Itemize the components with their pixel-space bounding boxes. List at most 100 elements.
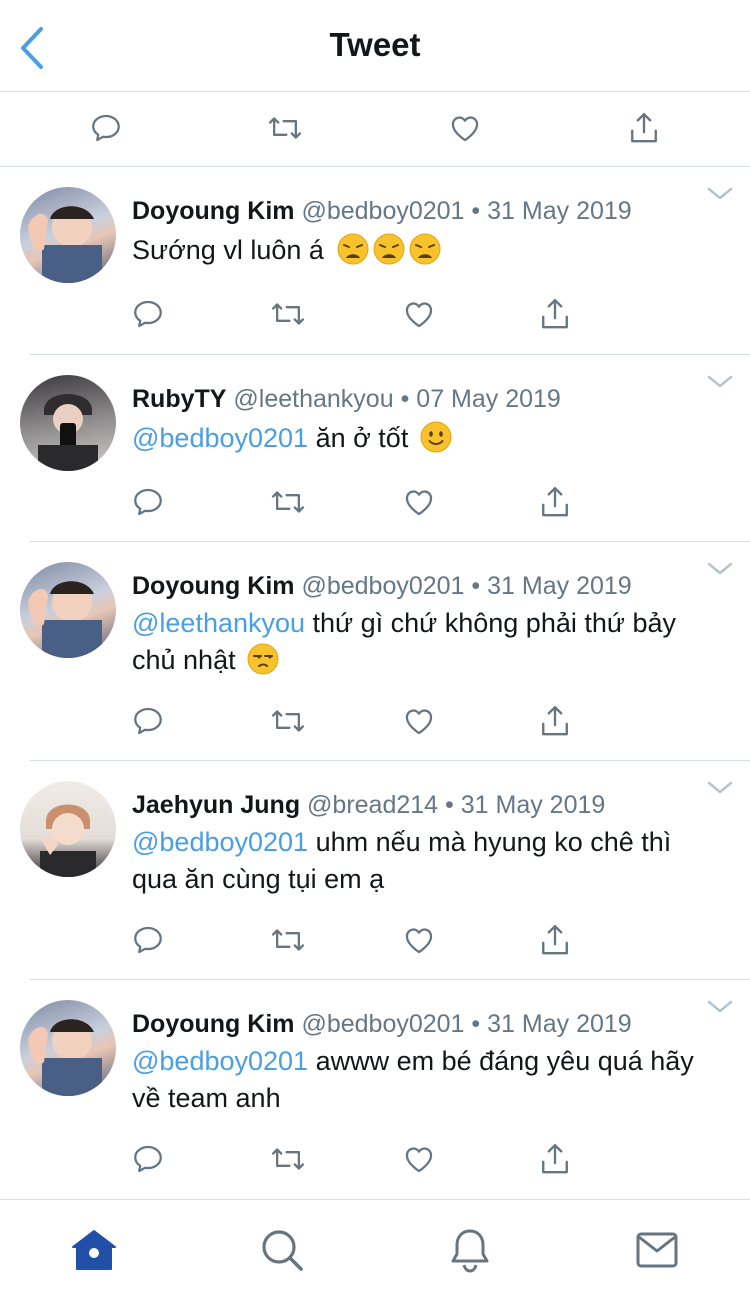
reply-icon: [92, 114, 120, 142]
weary-face-emoji: [409, 233, 441, 265]
unamused-face-emoji: [247, 643, 279, 675]
mention-link[interactable]: @leethankyou: [132, 608, 305, 638]
tweet-meta: Doyoung Kim @bedboy0201 • 31 May 2019: [132, 572, 690, 601]
tweet-text: @bedboy0201 awww em bé đáng yêu quá hãy …: [132, 1043, 710, 1117]
chevron-down-icon[interactable]: [706, 185, 734, 203]
tweet-actions: [128, 701, 588, 741]
retweet-icon: [269, 1142, 307, 1176]
mention-link[interactable]: @bedboy0201: [132, 827, 308, 857]
share-button[interactable]: [535, 294, 575, 334]
tweet-body: Sướng vl luôn á: [132, 235, 324, 265]
separator-dot: •: [445, 791, 454, 819]
author-name[interactable]: Doyoung Kim: [132, 572, 295, 600]
tweet-date: 31 May 2019: [487, 197, 632, 225]
chevron-down-icon[interactable]: [706, 560, 734, 578]
chevron-down-icon[interactable]: [706, 373, 734, 391]
retweet-button[interactable]: [268, 701, 308, 741]
avatar[interactable]: [20, 187, 116, 283]
reply-tweet[interactable]: Doyoung Kim @bedboy0201 • 31 May 2019 @b…: [0, 980, 750, 1199]
author-name[interactable]: Doyoung Kim: [132, 197, 295, 225]
avatar[interactable]: [20, 562, 116, 658]
share-button[interactable]: [535, 482, 575, 522]
author-name[interactable]: Jaehyun Jung: [132, 791, 300, 819]
avatar[interactable]: [20, 1000, 116, 1096]
share-button[interactable]: [622, 106, 666, 150]
notifications-icon: [451, 1229, 489, 1273]
share-button[interactable]: [535, 1139, 575, 1179]
mention-link[interactable]: @bedboy0201: [132, 1046, 308, 1076]
tweet-meta: Doyoung Kim @bedboy0201 • 31 May 2019: [132, 197, 690, 226]
search-icon: [262, 1230, 303, 1271]
reply-button[interactable]: [128, 1139, 168, 1179]
retweet-button[interactable]: [263, 106, 307, 150]
tab-notifications[interactable]: [446, 1226, 494, 1274]
author-name[interactable]: Doyoung Kim: [132, 1010, 295, 1038]
chevron-down-icon[interactable]: [706, 998, 734, 1016]
tweet-text: @bedboy0201 ăn ở tốt: [132, 420, 710, 457]
tweet-date: 31 May 2019: [487, 1010, 632, 1038]
separator-dot: •: [471, 1010, 481, 1038]
tab-search[interactable]: [258, 1226, 306, 1274]
like-icon: [402, 923, 436, 957]
reply-icon: [131, 704, 165, 738]
reply-icon: [131, 297, 165, 331]
reply-button[interactable]: [128, 701, 168, 741]
retweet-button[interactable]: [268, 482, 308, 522]
avatar[interactable]: [20, 375, 116, 471]
tweet-date: 07 May 2019: [416, 385, 561, 413]
weary-face-emoji: [337, 233, 369, 265]
share-icon: [631, 112, 657, 143]
share-icon: [538, 484, 572, 520]
author-handle[interactable]: @leethankyou: [233, 385, 393, 413]
retweet-button[interactable]: [268, 920, 308, 960]
retweet-icon: [269, 704, 307, 738]
tweet-body: ăn ở tốt: [308, 423, 409, 453]
reply-tweet[interactable]: Doyoung Kim @bedboy0201 • 31 May 2019 @l…: [0, 542, 750, 761]
home-icon: [72, 1230, 116, 1270]
author-handle[interactable]: @bedboy0201: [301, 197, 464, 225]
author-name[interactable]: RubyTY: [132, 385, 226, 413]
like-icon: [402, 704, 436, 738]
reply-button[interactable]: [128, 920, 168, 960]
reply-button[interactable]: [84, 106, 128, 150]
like-button[interactable]: [399, 701, 439, 741]
reply-tweet[interactable]: RubyTY @leethankyou • 07 May 2019 @bedbo…: [0, 355, 750, 542]
tab-home[interactable]: [70, 1226, 118, 1274]
retweet-icon: [268, 117, 302, 139]
reply-button[interactable]: [128, 482, 168, 522]
reply-tweet[interactable]: Doyoung Kim @bedboy0201 • 31 May 2019 Sư…: [0, 167, 750, 355]
tab-messages[interactable]: [633, 1226, 681, 1274]
like-button[interactable]: [399, 1139, 439, 1179]
reply-tweet[interactable]: Jaehyun Jung @bread214 • 31 May 2019 @be…: [0, 761, 750, 980]
tweet-text: @bedboy0201 uhm nếu mà hyung ko chê thì …: [132, 824, 710, 898]
weary-face-emoji: [373, 233, 405, 265]
separator-dot: •: [471, 572, 481, 600]
like-button[interactable]: [399, 920, 439, 960]
mention-link[interactable]: @bedboy0201: [132, 423, 308, 453]
bottom-tab-bar: [0, 1199, 750, 1296]
share-button[interactable]: [535, 920, 575, 960]
like-icon: [402, 1142, 436, 1176]
author-handle[interactable]: @bedboy0201: [301, 572, 464, 600]
slightly-smiling-face-emoji: [420, 421, 452, 453]
messages-icon: [636, 1232, 678, 1268]
like-button[interactable]: [443, 106, 487, 150]
retweet-button[interactable]: [268, 1139, 308, 1179]
author-handle[interactable]: @bread214: [307, 791, 438, 819]
avatar[interactable]: [20, 781, 116, 877]
retweet-icon: [269, 485, 307, 519]
retweet-icon: [269, 923, 307, 957]
reply-icon: [131, 923, 165, 957]
like-icon: [402, 485, 436, 519]
like-icon: [451, 116, 479, 142]
reply-icon: [131, 1142, 165, 1176]
chevron-down-icon[interactable]: [706, 779, 734, 797]
like-button[interactable]: [399, 482, 439, 522]
header-bar: Tweet: [0, 0, 750, 92]
retweet-button[interactable]: [268, 294, 308, 334]
reply-button[interactable]: [128, 294, 168, 334]
like-button[interactable]: [399, 294, 439, 334]
author-handle[interactable]: @bedboy0201: [301, 1010, 464, 1038]
separator-dot: •: [471, 197, 481, 225]
share-button[interactable]: [535, 701, 575, 741]
